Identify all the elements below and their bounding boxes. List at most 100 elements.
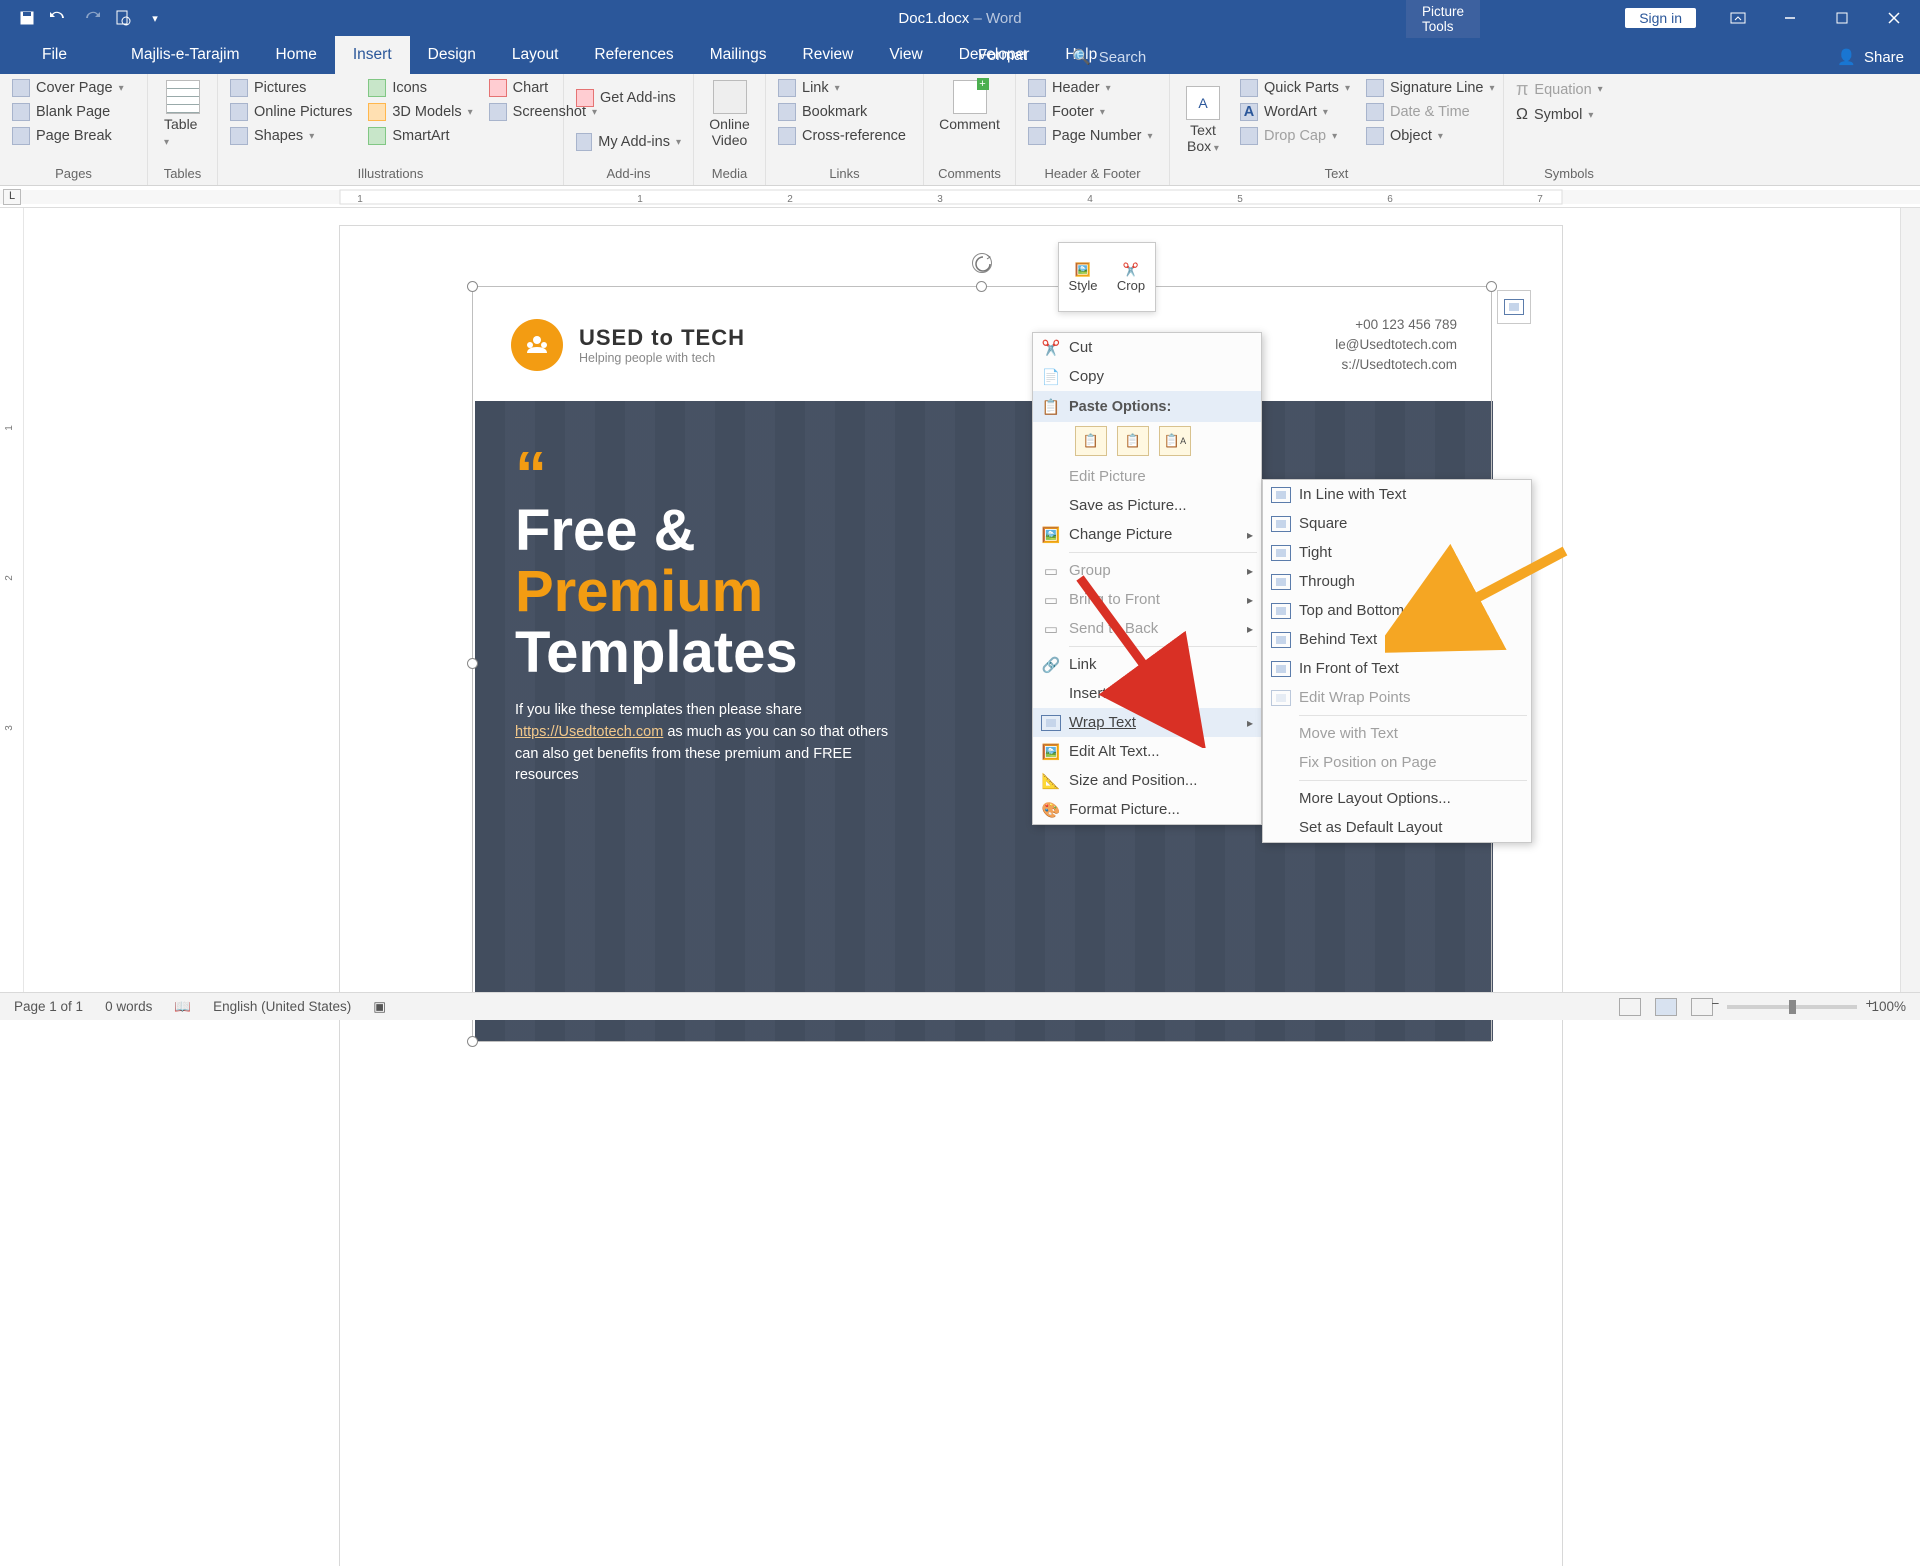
- blank-page-button[interactable]: Blank Page: [6, 100, 141, 124]
- cross-reference-button[interactable]: Cross-reference: [772, 124, 917, 148]
- tab-format[interactable]: Format: [960, 37, 1045, 74]
- quick-parts-button[interactable]: Quick Parts: [1234, 76, 1356, 100]
- status-page[interactable]: Page 1 of 1: [14, 999, 83, 1014]
- wrap-more-options[interactable]: More Layout Options...: [1263, 784, 1531, 813]
- footer-button[interactable]: Footer: [1022, 100, 1163, 124]
- my-addins-button[interactable]: My Add-ins: [570, 130, 687, 154]
- resize-handle[interactable]: [467, 281, 478, 292]
- tab-file[interactable]: File: [24, 36, 85, 74]
- paste-merge[interactable]: 📋: [1117, 426, 1149, 456]
- bookmark-button[interactable]: Bookmark: [772, 100, 917, 124]
- ctx-insert-caption[interactable]: Insert Caption...: [1033, 679, 1261, 708]
- resize-handle[interactable]: [976, 281, 987, 292]
- view-read-icon[interactable]: [1619, 998, 1641, 1016]
- tab-mailings[interactable]: Mailings: [692, 36, 785, 74]
- 3d-models-button[interactable]: 3D Models: [362, 100, 478, 124]
- crop-button[interactable]: ✂️Crop: [1107, 243, 1155, 311]
- get-addins-button[interactable]: Get Add-ins: [570, 86, 687, 110]
- tab-insert[interactable]: Insert: [335, 36, 410, 74]
- wrap-through[interactable]: Through: [1263, 567, 1531, 596]
- table-button[interactable]: Table: [154, 76, 211, 152]
- symbol-button[interactable]: ΩSymbol: [1510, 103, 1628, 127]
- tab-majlis[interactable]: Majlis-e-Tarajim: [113, 36, 258, 74]
- resize-handle[interactable]: [1486, 281, 1497, 292]
- group-links-label: Links: [772, 164, 917, 185]
- wrap-behind-text[interactable]: Behind Text: [1263, 625, 1531, 654]
- tab-review[interactable]: Review: [785, 36, 872, 74]
- tab-selector[interactable]: L: [3, 189, 21, 205]
- ctx-format-picture[interactable]: 🎨Format Picture...: [1033, 795, 1261, 824]
- ctx-save-as-picture[interactable]: Save as Picture...: [1033, 491, 1261, 520]
- tab-references[interactable]: References: [576, 36, 691, 74]
- tab-design[interactable]: Design: [410, 36, 494, 74]
- wrap-square[interactable]: Square: [1263, 509, 1531, 538]
- online-pictures-button[interactable]: Online Pictures: [224, 100, 358, 124]
- pictures-button[interactable]: Pictures: [224, 76, 358, 100]
- wrap-set-default[interactable]: Set as Default Layout: [1263, 813, 1531, 842]
- share-button[interactable]: 👤Share: [1837, 38, 1904, 76]
- wordart-button[interactable]: AWordArt: [1234, 100, 1356, 124]
- vertical-ruler[interactable]: 123: [0, 208, 24, 1020]
- drop-cap-button[interactable]: Drop Cap: [1234, 124, 1356, 148]
- minimize-icon[interactable]: [1764, 0, 1816, 36]
- ctx-wrap-text[interactable]: Wrap Text: [1033, 708, 1261, 737]
- comment-button[interactable]: +Comment: [930, 76, 1009, 136]
- tab-view[interactable]: View: [871, 36, 940, 74]
- page-number-button[interactable]: Page Number: [1022, 124, 1163, 148]
- horizontal-ruler[interactable]: 11234567 L: [0, 186, 1920, 208]
- page-break-button[interactable]: Page Break: [6, 124, 141, 148]
- ctx-size-position[interactable]: 📐Size and Position...: [1033, 766, 1261, 795]
- ctx-change-picture[interactable]: 🖼️Change Picture: [1033, 520, 1261, 549]
- maximize-icon[interactable]: [1816, 0, 1868, 36]
- status-language[interactable]: English (United States): [213, 999, 351, 1014]
- style-button[interactable]: 🖼️Style: [1059, 243, 1107, 311]
- vertical-scrollbar[interactable]: [1900, 208, 1920, 1020]
- ctx-copy[interactable]: 📄Copy: [1033, 362, 1261, 391]
- ribbon-display-icon[interactable]: [1712, 0, 1764, 36]
- smartart-button[interactable]: SmartArt: [362, 124, 478, 148]
- layout-options-button[interactable]: [1497, 290, 1531, 324]
- shapes-button[interactable]: Shapes: [224, 124, 358, 148]
- zoom-slider[interactable]: [1727, 1005, 1857, 1009]
- header-button[interactable]: Header: [1022, 76, 1163, 100]
- tell-me-search[interactable]: 🔍Search: [1072, 38, 1146, 76]
- signature-line-button[interactable]: Signature Line: [1360, 76, 1501, 100]
- qat-customize-icon[interactable]: ▾: [146, 9, 164, 27]
- sign-in-button[interactable]: Sign in: [1625, 8, 1696, 28]
- resize-handle[interactable]: [467, 1036, 478, 1047]
- svg-text:7: 7: [1537, 194, 1543, 205]
- ctx-link[interactable]: 🔗Link: [1033, 650, 1261, 679]
- wrap-tight[interactable]: Tight: [1263, 538, 1531, 567]
- resize-handle[interactable]: [467, 658, 478, 669]
- view-print-icon[interactable]: [1655, 998, 1677, 1016]
- equation-button[interactable]: πEquation: [1510, 76, 1628, 103]
- date-time-button[interactable]: Date & Time: [1360, 100, 1501, 124]
- wrap-in-front[interactable]: In Front of Text: [1263, 654, 1531, 683]
- wrap-inline[interactable]: In Line with Text: [1263, 480, 1531, 509]
- print-preview-icon[interactable]: [114, 9, 132, 27]
- redo-icon[interactable]: [82, 9, 100, 27]
- view-web-icon[interactable]: [1691, 998, 1713, 1016]
- save-icon[interactable]: [18, 9, 36, 27]
- status-words[interactable]: 0 words: [105, 999, 152, 1014]
- tab-layout[interactable]: Layout: [494, 36, 577, 74]
- undo-icon[interactable]: [50, 9, 68, 27]
- object-button[interactable]: Object: [1360, 124, 1501, 148]
- layout-options-icon: [1504, 299, 1524, 315]
- online-video-button[interactable]: Online Video: [700, 76, 759, 152]
- text-box-button[interactable]: AText Box: [1176, 76, 1230, 164]
- macro-icon[interactable]: ▣: [373, 999, 386, 1015]
- rotate-handle-icon[interactable]: [972, 253, 992, 273]
- tab-home[interactable]: Home: [258, 36, 335, 74]
- icons-button[interactable]: Icons: [362, 76, 478, 100]
- ctx-cut[interactable]: ✂️Cut: [1033, 333, 1261, 362]
- wrap-top-bottom[interactable]: Top and Bottom: [1263, 596, 1531, 625]
- zoom-level[interactable]: 100%: [1871, 999, 1906, 1014]
- paste-keep-source[interactable]: 📋: [1075, 426, 1107, 456]
- cover-page-button[interactable]: Cover Page: [6, 76, 141, 100]
- ctx-edit-alt-text[interactable]: 🖼️Edit Alt Text...: [1033, 737, 1261, 766]
- paste-picture[interactable]: 📋A: [1159, 426, 1191, 456]
- link-button[interactable]: Link: [772, 76, 917, 100]
- close-icon[interactable]: [1868, 0, 1920, 36]
- spellcheck-icon[interactable]: 📖: [174, 999, 191, 1015]
